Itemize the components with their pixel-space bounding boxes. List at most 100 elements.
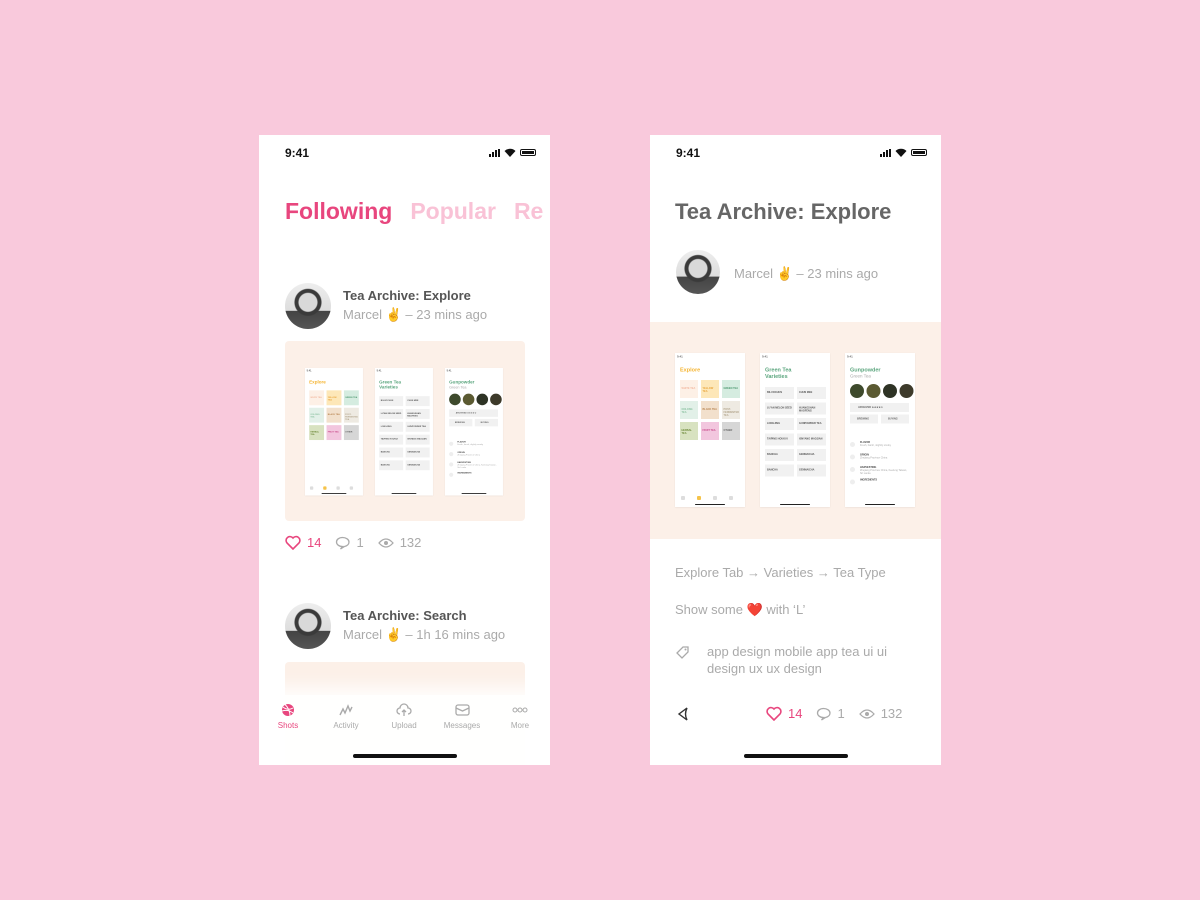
mockup-variety: BILUOCHUN bbox=[379, 396, 404, 407]
home-indicator bbox=[353, 754, 457, 758]
mockup-tile: FRUIT TEA bbox=[701, 422, 719, 440]
mockup-fact-value: Fresh, harsh, slightly smoky bbox=[457, 443, 484, 446]
tabbar-activity[interactable]: Activity bbox=[317, 703, 375, 730]
tab-following[interactable]: Following bbox=[285, 198, 392, 224]
tea-leaf-image bbox=[462, 393, 475, 406]
status-bar: 9:41 bbox=[650, 146, 941, 162]
more-icon bbox=[512, 707, 528, 713]
mockup-variety: GENMAICHA bbox=[797, 449, 826, 461]
mockup-subtitle: Green Tea bbox=[850, 373, 871, 379]
post-author: Marcel ✌️ – 23 mins ago bbox=[343, 307, 488, 322]
signal-icon bbox=[880, 148, 891, 157]
mockup-home-indicator bbox=[695, 504, 725, 505]
mockup-variety: BANCHA bbox=[765, 449, 794, 461]
mockup-fact: HARVESTING Zhejiang Province China, Keelu… bbox=[860, 466, 910, 475]
comment-icon[interactable] bbox=[335, 536, 351, 550]
tab-recent[interactable]: Re bbox=[514, 198, 543, 224]
mockup-tile: OTHER bbox=[343, 425, 359, 441]
tea-leaf-image bbox=[449, 393, 461, 406]
comment-icon[interactable] bbox=[816, 707, 832, 721]
status-time: 9:41 bbox=[285, 146, 310, 160]
shot-stats: 14 1 132 bbox=[766, 706, 916, 721]
mockup-archived: ARCHIVED ★★★★☆ bbox=[449, 409, 498, 417]
battery-icon bbox=[520, 149, 536, 156]
mockup-fact: INGREDIENTS bbox=[860, 479, 910, 482]
mockup-fact-icon bbox=[850, 467, 855, 472]
heart-icon[interactable] bbox=[766, 706, 782, 721]
mockup-fact-label: INGREDIENTS bbox=[457, 471, 472, 475]
mockup-time: 9:41 bbox=[306, 370, 312, 373]
mockup-status: 9:41 bbox=[377, 370, 432, 372]
tabbar-more[interactable]: More bbox=[491, 703, 549, 730]
mockup-fact: HARVESTING Zhejiang Province China, Keelu… bbox=[457, 462, 498, 469]
mockup-buying: BUYING bbox=[474, 418, 498, 427]
shot-author: Marcel ✌️ – 23 mins ago bbox=[734, 266, 879, 281]
mockup-tile: BLACK TEA bbox=[701, 401, 719, 419]
tabbar-shots[interactable]: Shots bbox=[259, 703, 317, 730]
mockup-fact: FLAVOR Fresh, harsh, slightly smoky bbox=[860, 441, 910, 447]
tea-leaf-image bbox=[476, 393, 489, 406]
mockup-variety: HUANGSHAN MAOFENG bbox=[405, 408, 430, 419]
status-time: 9:41 bbox=[676, 146, 701, 160]
mockup-tab-icon bbox=[697, 496, 701, 500]
mockup-tile: YELLOW TEA bbox=[326, 390, 342, 406]
mockup-variety: GENMAICHA bbox=[405, 460, 430, 471]
post-title[interactable]: Tea Archive: Explore bbox=[343, 288, 471, 303]
likes-count: 14 bbox=[307, 535, 322, 550]
views-count: 132 bbox=[880, 706, 903, 721]
shot-detail-screen: 9:41 Tea Archive: Explore Marcel ✌️ – 23… bbox=[650, 135, 941, 765]
post-title[interactable]: Tea Archive: Search bbox=[343, 608, 467, 623]
mockup-variety: LONGJING bbox=[765, 418, 794, 430]
mockup-variety: BILUOCHUN bbox=[765, 387, 794, 399]
avatar[interactable] bbox=[285, 283, 331, 329]
mockup-fact-icon bbox=[449, 452, 454, 457]
mockup-fact-value: Zhejiang Province China, Keelung Taiwan,… bbox=[457, 464, 497, 470]
eye-icon bbox=[858, 708, 875, 719]
mockup-status: 9:41 bbox=[762, 356, 828, 359]
mockup-home-indicator bbox=[461, 493, 487, 494]
mockup-variety: GUNPOWDER TEA bbox=[797, 418, 826, 430]
mockup-explore: 9:41 Explore WHITE TEA YELLOW TEA GREEN TEA O… bbox=[675, 353, 745, 507]
mockup-fact-value: Fresh, harsh, slightly smoky bbox=[860, 444, 891, 447]
mockup-fact-label: INGREDIENTS bbox=[860, 478, 878, 482]
mockup-fact: ORIGIN Zhejiang Province China bbox=[860, 454, 910, 460]
mockup-variety: GUNPOWDER TEA bbox=[405, 421, 430, 432]
shot-preview[interactable]: 9:41 Explore WHITE TEA YELLOW TEA GREEN TEA O… bbox=[285, 341, 525, 521]
tabbar-upload[interactable]: Upload bbox=[375, 703, 433, 730]
mockup-fact-icon bbox=[850, 454, 855, 460]
avatar[interactable] bbox=[676, 250, 720, 294]
mockup-home-indicator bbox=[321, 493, 347, 494]
mockup-subtitle: Green Tea bbox=[449, 384, 467, 390]
avatar[interactable] bbox=[285, 603, 331, 649]
mockup-tab-icon bbox=[349, 486, 354, 490]
mockup-tile: POST-FERMENTED TEA bbox=[722, 401, 740, 419]
mockup-tile: BLACK TEA bbox=[326, 407, 342, 423]
tea-leaf-image bbox=[899, 384, 914, 398]
mockup-variety: HUANGSHAN MAOFENG bbox=[797, 402, 826, 415]
mockup-home-indicator bbox=[391, 493, 417, 494]
mockup-fact: ORIGIN Zhejiang Province China bbox=[457, 451, 498, 456]
mockup-status: 9:41 bbox=[847, 356, 913, 359]
tabbar-messages[interactable]: Messages bbox=[433, 703, 491, 730]
mockup-time: 9:41 bbox=[446, 370, 452, 373]
mockup-fact-value: Zhejiang Province China, Keelung Taiwan,… bbox=[860, 469, 907, 475]
shot-tags[interactable]: app design mobile app tea ui ui design u… bbox=[707, 643, 917, 677]
tab-popular[interactable]: Popular bbox=[410, 198, 496, 224]
back-icon[interactable] bbox=[677, 707, 689, 721]
comments-count: 1 bbox=[837, 706, 845, 721]
shot-description: Explore Tab → Varieties → Tea Type bbox=[675, 565, 886, 580]
views-count: 132 bbox=[399, 535, 422, 550]
mockup-tile: WHITE TEA bbox=[309, 390, 325, 406]
mockup-fact-icon bbox=[449, 441, 454, 446]
likes-count: 14 bbox=[788, 706, 803, 721]
activity-icon bbox=[339, 704, 353, 716]
mockup-time: 9:41 bbox=[677, 355, 683, 359]
mockup-archived: ARCHIVED ★★★★☆ bbox=[850, 403, 909, 412]
mockup-tile: OOLONG TEA bbox=[309, 407, 325, 423]
heart-icon[interactable] bbox=[285, 535, 301, 550]
mockup-fact-icon bbox=[449, 462, 454, 467]
mockup-fact-value: Zhejiang Province China bbox=[860, 456, 888, 460]
mockup-tile: FRUIT TEA bbox=[326, 425, 342, 441]
shot-image[interactable]: 9:41 Explore WHITE TEA YELLOW TEA GREEN TEA O… bbox=[650, 322, 941, 539]
mockup-fact: INGREDIENTS bbox=[457, 472, 498, 474]
